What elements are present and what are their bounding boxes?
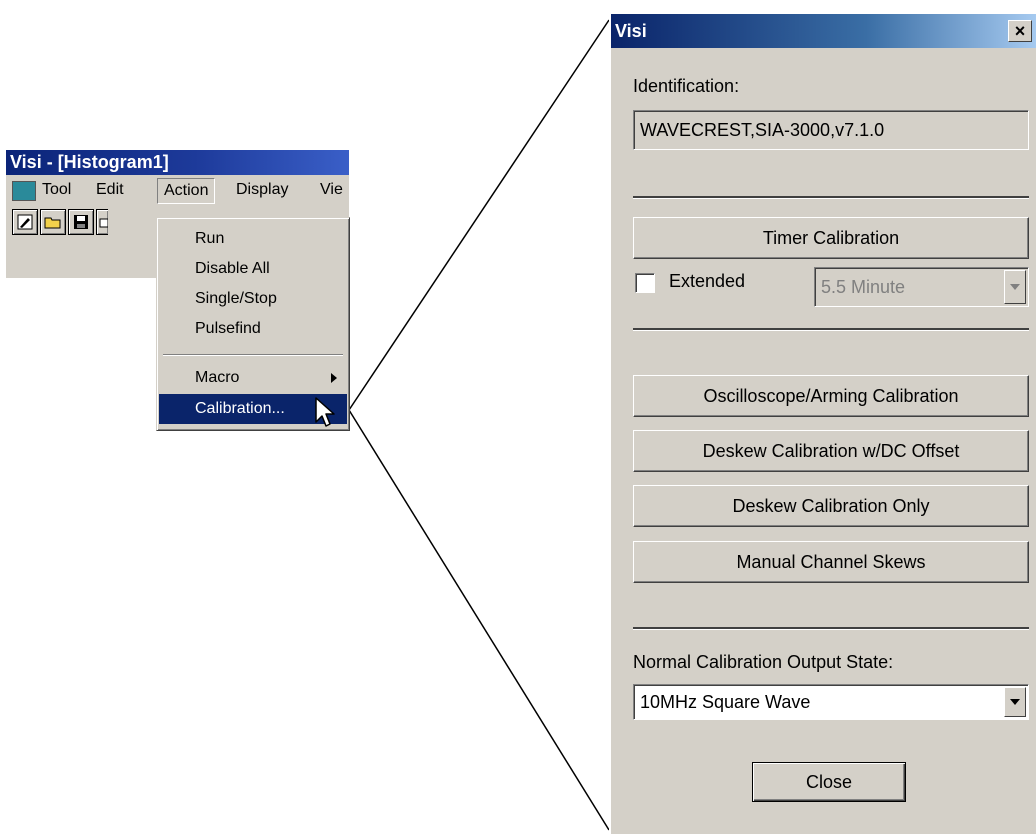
callout-line-bottom	[348, 409, 610, 831]
identification-field: WAVECREST,SIA-3000,v7.1.0	[633, 110, 1029, 150]
extended-duration-select[interactable]: 5.5 Minute	[814, 267, 1029, 307]
menu-item-macro-label: Macro	[195, 369, 240, 386]
extended-checkbox[interactable]	[635, 273, 655, 293]
menu-edit[interactable]: Edit	[96, 175, 124, 205]
dialog-title: Visi	[615, 21, 647, 41]
close-button[interactable]: Close	[752, 762, 906, 802]
app-icon[interactable]	[12, 181, 36, 201]
output-state-value: 10MHz Square Wave	[640, 692, 811, 712]
app-title-bar[interactable]: Visi - [Histogram1]	[6, 150, 349, 175]
menu-bar: Tool Edit Action Display Vie	[6, 175, 349, 205]
dialog-title-bar[interactable]: Visi ×	[611, 14, 1036, 48]
close-icon[interactable]: ×	[1008, 20, 1032, 42]
identification-label: Identification:	[633, 76, 740, 96]
open-folder-icon[interactable]	[40, 209, 66, 235]
menu-tool[interactable]: Tool	[42, 175, 71, 205]
menu-item-disable-all[interactable]: Disable All	[159, 254, 347, 284]
divider	[633, 328, 1029, 331]
deskew-dc-offset-button[interactable]: Deskew Calibration w/DC Offset	[633, 430, 1029, 472]
calibration-dialog: Visi × Identification: WAVECREST,SIA-300…	[609, 14, 1036, 834]
app-title: Visi - [Histogram1]	[10, 152, 169, 172]
menu-display[interactable]: Display	[236, 175, 288, 205]
submenu-arrow-icon	[331, 373, 337, 383]
callout-line-top	[348, 19, 610, 411]
menu-item-pulsefind[interactable]: Pulsefind	[159, 314, 347, 344]
output-state-label: Normal Calibration Output State:	[633, 652, 894, 672]
menu-action[interactable]: Action	[157, 178, 216, 204]
menu-item-single-stop[interactable]: Single/Stop	[159, 284, 347, 314]
extended-duration-value: 5.5 Minute	[821, 277, 906, 297]
save-disk-icon[interactable]	[68, 209, 94, 235]
wizard-icon[interactable]	[12, 209, 38, 235]
output-state-select[interactable]: 10MHz Square Wave	[633, 684, 1029, 720]
oscilloscope-arming-calibration-button[interactable]: Oscilloscope/Arming Calibration	[633, 375, 1029, 417]
manual-channel-skews-button[interactable]: Manual Channel Skews	[633, 541, 1029, 583]
deskew-only-button[interactable]: Deskew Calibration Only	[633, 485, 1029, 527]
menu-view[interactable]: Vie	[320, 175, 343, 205]
menu-item-calibration-label: Calibration...	[195, 400, 285, 417]
chevron-down-icon[interactable]	[1004, 270, 1026, 304]
printer-icon[interactable]	[96, 209, 108, 235]
mouse-cursor-icon	[315, 397, 335, 427]
extended-label: Extended	[669, 271, 746, 291]
menu-separator	[163, 354, 343, 356]
divider	[633, 196, 1029, 199]
timer-calibration-button[interactable]: Timer Calibration	[633, 217, 1029, 259]
menu-item-run[interactable]: Run	[159, 224, 347, 254]
menu-item-macro[interactable]: Macro	[159, 363, 347, 393]
divider	[633, 627, 1029, 630]
chevron-down-icon[interactable]	[1004, 687, 1026, 717]
